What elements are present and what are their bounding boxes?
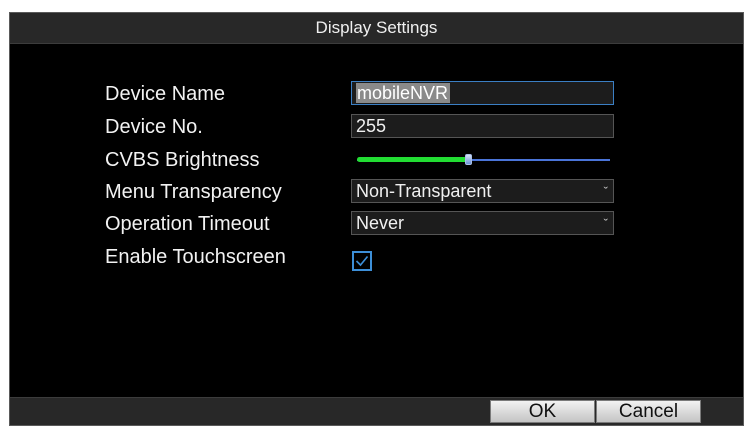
slider-thumb[interactable] [465, 154, 472, 165]
dialog-footer: OK Cancel [10, 397, 743, 425]
dialog-title: Display Settings [315, 18, 438, 37]
operation-timeout-value: Never [356, 213, 405, 233]
checkmark-icon [355, 255, 369, 267]
device-no-value: 255 [356, 116, 387, 136]
cvbs-brightness-label: CVBS Brightness [105, 149, 260, 171]
device-no-input[interactable]: 255 [351, 114, 614, 138]
cvbs-brightness-slider[interactable] [357, 154, 610, 166]
operation-timeout-select[interactable]: Never ˇ [351, 211, 614, 235]
operation-timeout-label: Operation Timeout [105, 213, 270, 235]
enable-touchscreen-label: Enable Touchscreen [105, 246, 286, 268]
chevron-down-icon: ˇ [603, 184, 608, 199]
dialog-titlebar: Display Settings [10, 13, 743, 44]
device-name-input[interactable]: mobileNVR [351, 81, 614, 105]
cancel-button[interactable]: Cancel [596, 400, 701, 423]
menu-transparency-value: Non-Transparent [356, 181, 492, 201]
device-name-label: Device Name [105, 83, 226, 105]
enable-touchscreen-checkbox[interactable] [352, 251, 372, 271]
menu-transparency-select[interactable]: Non-Transparent ˇ [351, 179, 614, 203]
slider-fill [357, 157, 468, 162]
chevron-down-icon: ˇ [603, 216, 608, 231]
ok-button[interactable]: OK [490, 400, 595, 423]
menu-transparency-label: Menu Transparency [105, 181, 282, 203]
device-name-value: mobileNVR [356, 83, 451, 103]
display-settings-dialog: Display Settings Device Name mobileNVR D… [9, 12, 744, 426]
device-no-label: Device No. [105, 116, 203, 138]
